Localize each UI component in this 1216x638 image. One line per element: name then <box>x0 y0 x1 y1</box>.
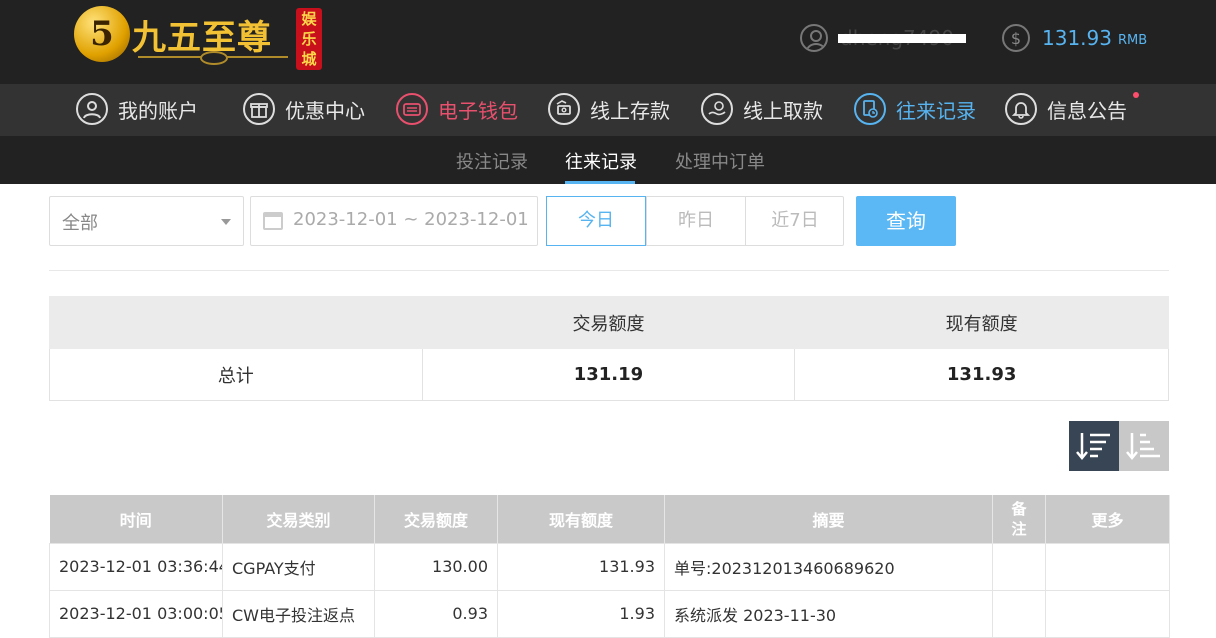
gift-icon <box>243 93 275 125</box>
main-nav: 我的账户 优惠中心 电子钱包 线上存款 线上取款 往来记录 信息公告 <box>0 84 1216 136</box>
type-select[interactable]: 全部 <box>49 196 244 246</box>
cell-type: CW电子投注返点 <box>222 589 375 638</box>
user-icon <box>76 93 108 125</box>
nav-label: 电子钱包 <box>438 98 518 123</box>
tab-pending-orders[interactable]: 处理中订单 <box>675 148 765 174</box>
nav-item-records[interactable]: 往来记录 <box>854 92 976 126</box>
date-range-value: 2023-12-01 ~ 2023-12-01 <box>293 209 529 230</box>
cell-note <box>992 589 1046 638</box>
logo-emblem: 5 <box>74 6 130 62</box>
balance-info: $ 131.93 RMB <box>1002 24 1147 52</box>
tab-transaction-records[interactable]: 往来记录 <box>565 148 637 174</box>
column-header-note[interactable]: 备注 <box>992 495 1046 543</box>
tab-bet-records[interactable]: 投注记录 <box>456 148 528 174</box>
summary-table: 交易额度 现有额度 总计 131.19 131.93 <box>49 296 1169 401</box>
top-bar: 5 九五至尊 娱乐城 dheng7490 $ 131.93 RMB <box>0 0 1216 84</box>
table-header-row: 时间 交易类别 交易额度 现有额度 摘要 备注 更多 <box>49 495 1170 543</box>
user-icon <box>800 24 828 52</box>
transactions-table: 时间 交易类别 交易额度 现有额度 摘要 备注 更多 2023-12-01 03… <box>49 495 1170 638</box>
column-header-time[interactable]: 时间 <box>49 495 223 543</box>
cell-time: 2023-12-01 03:00:05 <box>49 589 223 638</box>
nav-label: 线上存款 <box>590 98 670 123</box>
nav-item-my-account[interactable]: 我的账户 <box>76 92 198 126</box>
sub-nav: 投注记录 往来记录 处理中订单 <box>0 136 1216 184</box>
cell-more[interactable] <box>1045 589 1170 638</box>
chevron-down-icon <box>221 219 231 225</box>
cell-summary: 单号:202312013460689620 <box>664 542 993 591</box>
nav-label: 我的账户 <box>118 98 198 123</box>
sort-descending-button[interactable] <box>1069 421 1119 471</box>
summary-header-cell: 现有额度 <box>794 296 1169 349</box>
column-header-current[interactable]: 现有额度 <box>497 495 665 543</box>
column-header-summary[interactable]: 摘要 <box>664 495 993 543</box>
cell-type: CGPAY支付 <box>222 542 375 591</box>
today-button[interactable]: 今日 <box>546 196 646 246</box>
wallet-icon <box>396 93 428 125</box>
nav-item-promotions[interactable]: 优惠中心 <box>243 92 365 126</box>
username: dheng7490 <box>838 26 966 50</box>
sort-descending-icon <box>1076 433 1110 460</box>
summary-header-cell: 交易额度 <box>421 296 796 349</box>
logo-ornament <box>138 51 288 66</box>
summary-total-label: 总计 <box>49 348 423 401</box>
deposit-icon <box>548 93 580 125</box>
withdraw-icon <box>701 93 733 125</box>
cell-current: 1.93 <box>497 589 665 638</box>
redaction-bar <box>838 34 966 43</box>
cell-amount: 0.93 <box>374 589 498 638</box>
nav-item-announcements[interactable]: 信息公告 <box>1005 92 1139 126</box>
site-logo[interactable]: 5 九五至尊 娱乐城 <box>74 6 324 72</box>
nav-item-wallet[interactable]: 电子钱包 <box>396 92 518 126</box>
active-tab-indicator <box>565 181 635 184</box>
nav-item-deposit[interactable]: 线上存款 <box>548 92 670 126</box>
balance-unit: RMB <box>1117 32 1148 48</box>
notification-dot <box>1133 92 1139 98</box>
logo-badge: 娱乐城 <box>296 8 322 70</box>
summary-header-row: 交易额度 现有额度 <box>49 296 1169 349</box>
calendar-icon <box>263 212 283 230</box>
cell-summary: 系统派发 2023-11-30 <box>664 589 993 638</box>
cell-more[interactable] <box>1045 542 1170 591</box>
bell-icon <box>1005 93 1037 125</box>
summary-trade-total: 131.19 <box>421 348 796 401</box>
record-icon <box>854 93 886 125</box>
column-header-more[interactable]: 更多 <box>1045 495 1170 543</box>
nav-label: 线上取款 <box>743 98 823 123</box>
nav-item-withdraw[interactable]: 线上取款 <box>701 92 823 126</box>
nav-label: 信息公告 <box>1047 98 1127 123</box>
last-7-days-button[interactable]: 近7日 <box>745 197 844 245</box>
sort-ascending-icon <box>1126 433 1160 460</box>
cell-current: 131.93 <box>497 542 665 591</box>
summary-header-cell <box>49 296 423 349</box>
balance-value: 131.93 <box>1042 26 1112 50</box>
query-button[interactable]: 查询 <box>856 196 956 246</box>
yesterday-button[interactable]: 昨日 <box>646 197 745 245</box>
dollar-icon: $ <box>1002 24 1030 52</box>
column-header-amount[interactable]: 交易额度 <box>374 495 498 543</box>
quick-date-buttons: 今日 昨日 近7日 <box>546 196 844 246</box>
user-info[interactable]: dheng7490 <box>800 24 966 52</box>
table-row[interactable]: 2023-12-01 03:00:05 CW电子投注返点 0.93 1.93 系… <box>49 589 1170 638</box>
type-select-value: 全部 <box>62 213 98 234</box>
cell-time: 2023-12-01 03:36:44 <box>49 542 223 591</box>
summary-total-row: 总计 131.19 131.93 <box>49 348 1169 401</box>
logo-text: 九五至尊 <box>132 18 272 58</box>
divider <box>49 270 1169 271</box>
cell-amount: 130.00 <box>374 542 498 591</box>
date-range-input[interactable]: 2023-12-01 ~ 2023-12-01 <box>250 196 538 246</box>
sort-ascending-button[interactable] <box>1119 421 1169 471</box>
table-row[interactable]: 2023-12-01 03:36:44 CGPAY支付 130.00 131.9… <box>49 542 1170 591</box>
cell-note <box>992 542 1046 591</box>
summary-current-total: 131.93 <box>794 348 1169 401</box>
nav-label: 往来记录 <box>896 98 976 123</box>
nav-label: 优惠中心 <box>285 98 365 123</box>
column-header-type[interactable]: 交易类别 <box>222 495 375 543</box>
